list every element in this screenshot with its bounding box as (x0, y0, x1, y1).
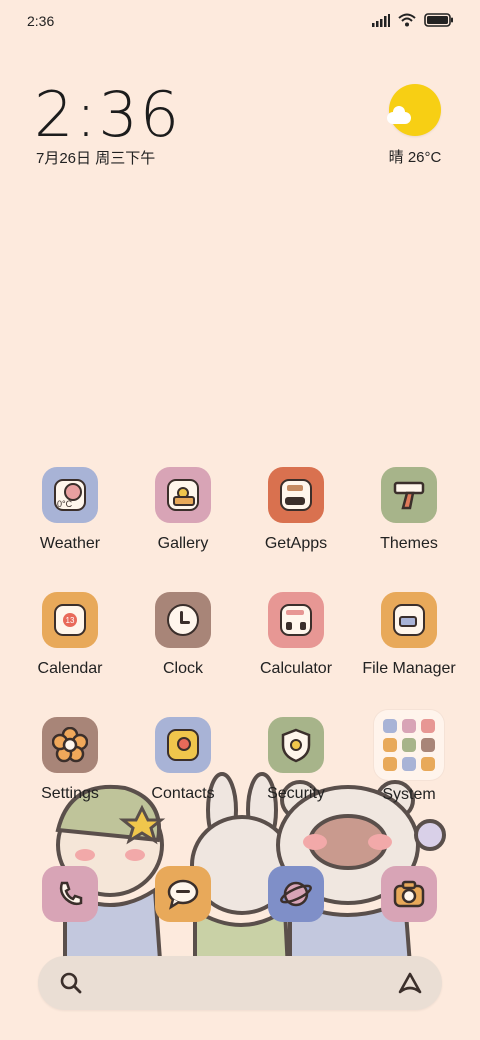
search-icon[interactable] (58, 970, 84, 996)
app-label: File Manager (362, 660, 456, 677)
app-label: GetApps (264, 535, 328, 552)
themes-icon (381, 467, 437, 523)
app-clock[interactable]: Clock (133, 592, 233, 678)
flower-icon (42, 717, 98, 773)
app-label: Weather (39, 535, 101, 552)
weather-widget[interactable]: 晴 26°C (380, 84, 450, 167)
folder-system[interactable]: System (359, 710, 459, 804)
clock-widget-time[interactable]: 2:36 (34, 78, 181, 151)
app-label: Settings (41, 785, 99, 802)
battery-icon (424, 13, 453, 27)
app-label: Security (267, 785, 325, 802)
app-file-manager[interactable]: File Manager (359, 592, 459, 678)
calendar-icon: 13 (42, 592, 98, 648)
shield-icon (268, 717, 324, 773)
dock-camera[interactable] (359, 866, 459, 922)
message-icon (155, 866, 211, 922)
app-gallery[interactable]: Gallery (133, 467, 233, 553)
status-bar: 2:36 (0, 0, 480, 42)
gallery-icon (155, 467, 211, 523)
getapps-icon (268, 467, 324, 523)
folder-icon (381, 592, 437, 648)
app-label: Gallery (157, 535, 209, 552)
app-contacts[interactable]: Contacts (133, 717, 233, 803)
assistant-icon[interactable] (396, 970, 424, 996)
app-label: Contacts (151, 785, 215, 802)
status-time: 2:36 (27, 13, 55, 29)
planet-icon (268, 866, 324, 922)
phone-icon (42, 866, 98, 922)
folder-grid-icon (374, 710, 444, 780)
app-label: Calculator (259, 660, 333, 677)
app-weather[interactable]: 0°C Weather (20, 467, 120, 553)
dock-phone[interactable] (20, 866, 120, 922)
app-themes[interactable]: Themes (359, 467, 459, 553)
search-bar[interactable] (38, 956, 442, 1010)
sunny-icon (387, 84, 441, 136)
app-label: System (382, 786, 436, 803)
app-label: Themes (380, 535, 438, 552)
clock-widget-date[interactable]: 7月26日 周三下午 (36, 147, 155, 168)
app-security[interactable]: Security (246, 717, 346, 803)
weather-widget-text: 晴 26°C (388, 149, 442, 166)
dock-messages[interactable] (133, 866, 233, 922)
app-label: Clock (162, 660, 203, 677)
calculator-icon (268, 592, 324, 648)
contacts-icon (155, 717, 211, 773)
camera-icon (381, 866, 437, 922)
dock-browser[interactable] (246, 866, 346, 922)
app-calendar[interactable]: 13 Calendar (20, 592, 120, 678)
clock-icon (155, 592, 211, 648)
signal-icon (372, 13, 390, 27)
app-label: Calendar (37, 660, 103, 677)
app-calculator[interactable]: Calculator (246, 592, 346, 678)
status-icons (372, 13, 454, 27)
weather-icon: 0°C (42, 467, 98, 523)
wifi-icon (398, 13, 416, 27)
app-getapps[interactable]: GetApps (246, 467, 346, 553)
app-settings[interactable]: Settings (20, 717, 120, 803)
